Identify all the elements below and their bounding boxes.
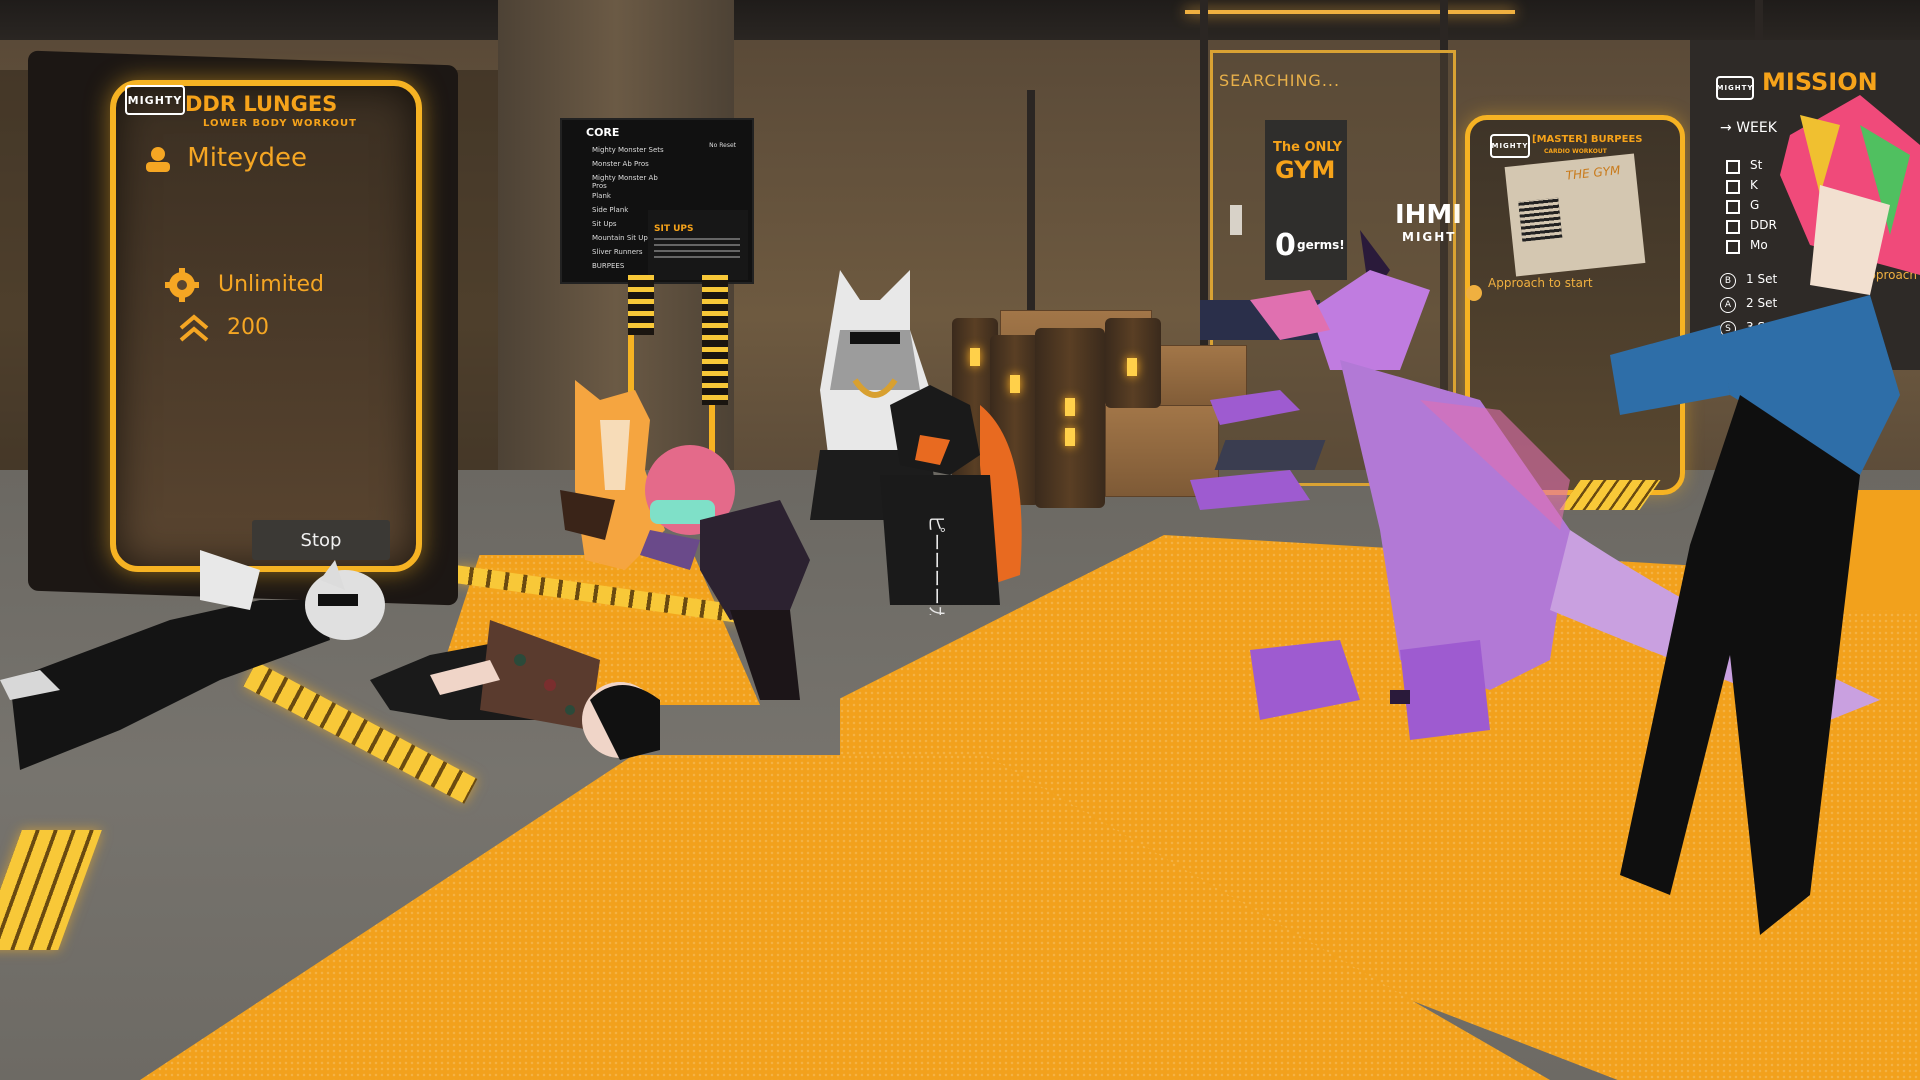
barrel-lamp <box>1035 328 1105 508</box>
double-chevron-up-icon <box>178 313 210 343</box>
ddr-panel-subtitle: LOWER BODY WORKOUT <box>203 118 357 129</box>
user-icon <box>143 145 173 173</box>
situps-detail-title: SIT UPS <box>654 224 694 234</box>
shirt-text: ピーーーーカイジ <box>925 515 946 615</box>
ladder-light-right <box>702 275 728 405</box>
mighty-logo-text: MIGHTY <box>1716 84 1754 92</box>
barrel-glow <box>1065 428 1075 446</box>
mighty-logo-text: MIGHTY <box>127 93 183 107</box>
barrel-glow <box>970 348 980 366</box>
gear-icon <box>165 268 199 302</box>
barrel-glow <box>1127 358 1137 376</box>
avatar-rainbow-hair <box>1610 95 1920 935</box>
core-item[interactable]: Mighty Monster Sets <box>592 146 664 157</box>
barrel-lamp <box>1105 318 1161 408</box>
searching-status: SEARCHING... <box>1219 71 1341 90</box>
level-value: 200 <box>227 315 269 340</box>
core-item[interactable]: Side Plank <box>592 206 628 217</box>
avatar-pink-hair <box>640 445 810 700</box>
mighty-logo-text: MIGHTY <box>1491 142 1529 150</box>
situps-detail-lines <box>654 238 740 240</box>
wall-brand-logo: IHMI <box>1395 200 1462 230</box>
barrel-glow <box>1065 398 1075 416</box>
core-board-title: CORE <box>586 126 620 139</box>
ladder-light-left <box>628 275 654 335</box>
mode-label: Unlimited <box>218 272 324 297</box>
core-item[interactable]: Mountain Sit Ups <box>592 234 651 245</box>
player-name: Miteydee <box>187 143 307 173</box>
ceiling-light-strip <box>1185 10 1515 14</box>
core-item[interactable]: Sit Ups <box>592 220 617 231</box>
avatar-black-fox: ピーーーーカイジ <box>880 385 1022 615</box>
poster-line1: The ONLY <box>1273 140 1343 155</box>
core-board-tag: No Reset <box>709 142 736 149</box>
situps-detail-box: SIT UPS <box>648 210 748 280</box>
poster-line2: GYM <box>1275 156 1336 184</box>
core-item[interactable]: Monster Ab Pros <box>592 160 649 171</box>
core-item[interactable]: BURPEES <box>592 262 624 273</box>
mission-title: MISSION <box>1762 68 1878 96</box>
mighty-logo: MIGHTY <box>125 85 185 115</box>
avatar-lying-white-hair <box>0 550 385 770</box>
mighty-logo: MIGHTY <box>1490 134 1530 158</box>
ddr-panel-title: DDR LUNGES <box>185 92 338 116</box>
level-row: 200 <box>178 313 269 343</box>
core-item[interactable]: Mighty Monster Ab Pros <box>592 174 662 190</box>
mode-row: Unlimited <box>165 268 324 302</box>
core-item[interactable]: Sliver Runners <box>592 248 643 259</box>
core-item[interactable]: Plank <box>592 192 611 203</box>
player-row: Miteydee <box>143 143 307 173</box>
vr-gym-scene: MIGHTY DDR LUNGES LOWER BODY WORKOUT Mit… <box>0 0 1920 1080</box>
